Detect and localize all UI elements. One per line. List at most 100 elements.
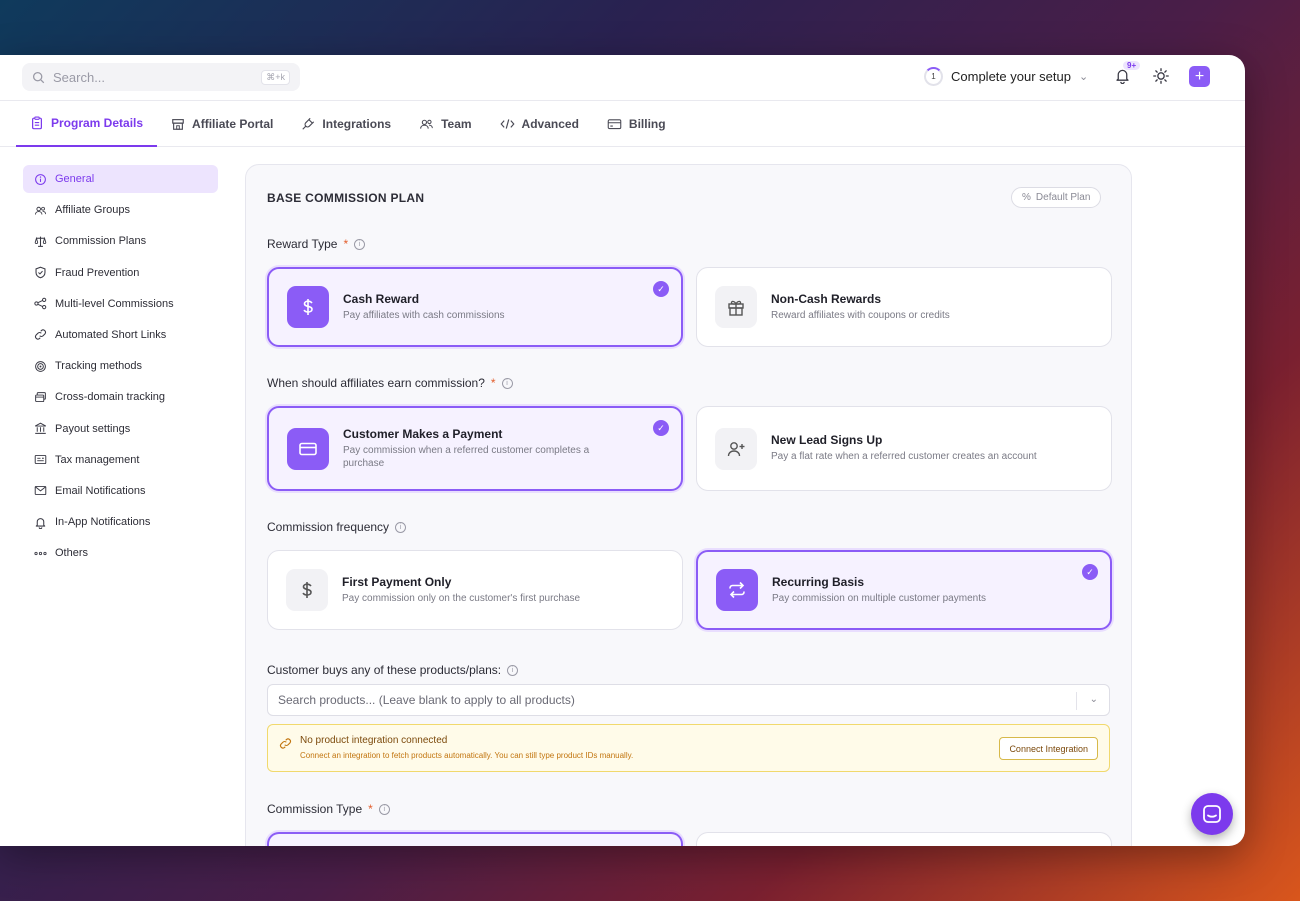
info-icon[interactable]: i — [378, 803, 390, 815]
notifications-badge: 9+ — [1123, 61, 1141, 70]
sidebar-item-automated-short-links[interactable]: Automated Short Links — [23, 321, 218, 349]
search-input[interactable]: Search... ⌘+k — [22, 63, 300, 91]
required-mark: * — [490, 376, 496, 390]
option-desc: Pay commission only on the customer's fi… — [342, 592, 581, 604]
windows-icon — [35, 391, 46, 402]
products-select[interactable]: Search products... (Leave blank to apply… — [267, 684, 1110, 716]
sidebar-item-label: Email Notifications — [55, 484, 146, 497]
commission-type-option-1[interactable] — [267, 832, 683, 846]
dots-icon — [34, 551, 47, 555]
shield-icon — [35, 266, 46, 279]
sidebar-item-email-notifications[interactable]: Email Notifications — [23, 477, 218, 505]
notifications-button[interactable]: 9+ — [1114, 61, 1141, 89]
reward-option-cash[interactable]: Cash Reward Pay affiliates with cash com… — [267, 267, 683, 347]
sidebar-item-general[interactable]: General — [23, 165, 218, 193]
sidebar-item-label: Automated Short Links — [55, 328, 167, 341]
tab-program-details[interactable]: Program Details — [16, 101, 158, 147]
bank-icon — [34, 422, 47, 434]
tab-label: Advanced — [521, 116, 579, 131]
sidebar-item-others[interactable]: Others — [23, 539, 218, 567]
tab-affiliate-portal[interactable]: Affiliate Portal — [157, 101, 287, 147]
check-icon: ✓ — [1082, 564, 1098, 580]
sidebar-item-commission-plans[interactable]: Commission Plans — [23, 227, 218, 255]
credit-card-icon — [607, 118, 622, 129]
sidebar-item-label: In-App Notifications — [55, 516, 151, 529]
sidebar-item-fraud-prevention[interactable]: Fraud Prevention — [23, 259, 218, 287]
tab-team[interactable]: Team — [405, 101, 485, 147]
option-desc: Pay affiliates with cash commissions — [343, 309, 505, 321]
info-icon[interactable]: i — [507, 664, 519, 676]
sidebar-item-tracking-methods[interactable]: Tracking methods — [23, 352, 218, 380]
warning-title: No product integration connected — [300, 735, 448, 746]
reward-option-non-cash[interactable]: Non-Cash Rewards Reward affiliates with … — [696, 267, 1112, 347]
sidebar-item-label: Tracking methods — [55, 360, 143, 373]
add-button[interactable]: + — [1189, 66, 1210, 87]
products-label: Customer buys any of these products/plan… — [267, 663, 519, 677]
earn-option-payment[interactable]: Customer Makes a Payment Pay commission … — [267, 406, 683, 491]
mail-icon — [34, 486, 47, 496]
field-label-text: Customer buys any of these products/plan… — [267, 663, 502, 677]
option-desc: Pay commission when a referred customer … — [343, 444, 590, 470]
tab-advanced[interactable]: Advanced — [486, 101, 593, 147]
sidebar-item-label: Others — [55, 547, 89, 560]
chevron-down-icon[interactable]: ⌄ — [1090, 694, 1098, 705]
bell-icon — [35, 517, 46, 529]
tab-label: Team — [441, 116, 472, 131]
tab-label: Integrations — [322, 116, 392, 131]
users-icon — [34, 206, 46, 215]
sidebar-item-multi-level-commissions[interactable]: Multi-level Commissions — [23, 290, 218, 318]
chevron-down-icon: ⌄ — [1078, 71, 1089, 83]
earn-option-lead-signup[interactable]: New Lead Signs Up Pay a flat rate when a… — [696, 406, 1112, 491]
field-label-text: When should affiliates earn commission? — [267, 376, 485, 390]
sidebar-item-label: General — [55, 173, 95, 185]
search-shortcut: ⌘+k — [261, 69, 290, 85]
warning-desc: Connect an integration to fetch products… — [300, 751, 634, 760]
theme-toggle[interactable] — [1152, 67, 1170, 90]
field-label-text: Commission frequency — [267, 520, 390, 534]
info-icon — [35, 173, 46, 185]
tab-billing[interactable]: Billing — [593, 101, 680, 147]
info-icon[interactable]: i — [395, 521, 407, 533]
info-icon[interactable]: i — [501, 377, 513, 389]
repeat-icon — [716, 569, 758, 611]
commission-type-label: Commission Type * i — [267, 802, 390, 816]
tab-label: Affiliate Portal — [192, 116, 274, 131]
default-plan-badge: % Default Plan — [1011, 187, 1102, 208]
info-icon[interactable]: i — [354, 238, 366, 250]
sidebar-item-cross-domain-tracking[interactable]: Cross-domain tracking — [23, 383, 218, 411]
chat-support-button[interactable] — [1191, 793, 1233, 835]
user-plus-icon — [715, 427, 757, 470]
setup-progress-button[interactable]: 1 Complete your setup ⌄ — [924, 67, 1088, 86]
panel-title: BASE COMMISSION PLAN — [267, 191, 425, 205]
percent-icon: % — [1022, 192, 1031, 203]
sidebar-item-label: Fraud Prevention — [55, 266, 140, 279]
sidebar-item-label: Tax management — [55, 453, 140, 466]
store-icon — [172, 118, 184, 130]
sidebar-item-label: Affiliate Groups — [55, 204, 131, 217]
frequency-option-first-payment[interactable]: First Payment Only Pay commission only o… — [267, 550, 683, 630]
frequency-option-recurring[interactable]: Recurring Basis Pay commission on multip… — [696, 550, 1112, 630]
top-bar: Search... ⌘+k 1 Complete your setup ⌄ 9+… — [0, 55, 1245, 101]
option-desc: Reward affiliates with coupons or credit… — [771, 309, 950, 321]
sidebar-item-label: Commission Plans — [55, 235, 147, 248]
sidebar-item-in-app-notifications[interactable]: In-App Notifications — [23, 508, 218, 536]
tab-label: Program Details — [51, 115, 144, 130]
sidebar-item-tax-management[interactable]: Tax management — [23, 446, 218, 474]
option-title: Customer Makes a Payment — [343, 426, 503, 441]
connect-integration-button[interactable]: Connect Integration — [999, 737, 1098, 760]
commission-type-option-2[interactable] — [696, 832, 1112, 846]
sidebar-item-payout-settings[interactable]: Payout settings — [23, 415, 218, 443]
option-desc: Pay a flat rate when a referred customer… — [771, 451, 1037, 463]
sun-icon — [1153, 68, 1169, 84]
chat-icon — [1203, 805, 1221, 823]
divider — [1076, 692, 1077, 710]
link-icon — [35, 329, 46, 340]
option-title: New Lead Signs Up — [771, 433, 883, 448]
option-title: First Payment Only — [342, 574, 452, 589]
tab-bar: Program Details Affiliate Portal Integra… — [0, 101, 1245, 147]
app-window: Search... ⌘+k 1 Complete your setup ⌄ 9+… — [0, 55, 1245, 846]
settings-sidebar: General Affiliate Groups Commission Plan… — [23, 165, 218, 570]
sidebar-item-affiliate-groups[interactable]: Affiliate Groups — [23, 196, 218, 224]
option-title: Cash Reward — [343, 291, 420, 306]
tab-integrations[interactable]: Integrations — [287, 101, 405, 147]
